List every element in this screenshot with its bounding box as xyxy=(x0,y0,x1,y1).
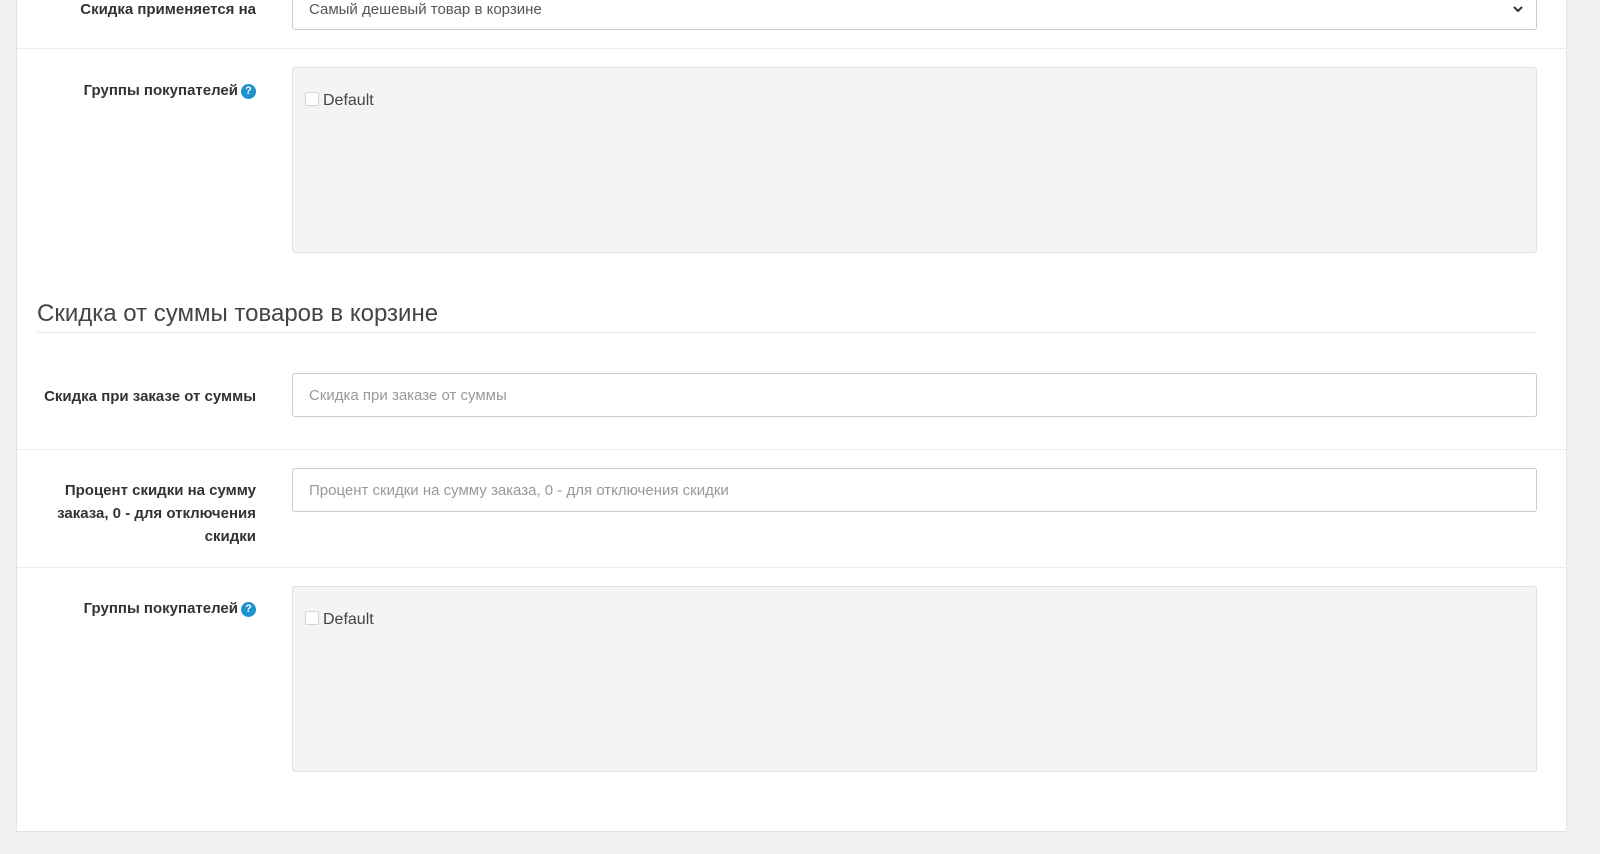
min-order-sum-label: Скидка при заказе от суммы xyxy=(44,388,256,405)
customer-groups-row-2: Группы покупателей? Default xyxy=(17,568,1566,788)
discount-applies-selected-value: Самый дешевый товар в корзине xyxy=(309,1,542,18)
discount-applies-label: Скидка применяется на xyxy=(80,1,256,18)
discount-percent-input[interactable] xyxy=(292,468,1537,512)
question-circle-icon[interactable]: ? xyxy=(241,602,256,617)
customer-group-checkbox[interactable] xyxy=(305,92,319,106)
discount-applies-select[interactable]: Самый дешевый товар в корзине xyxy=(292,0,1537,30)
customer-group-option[interactable]: Default xyxy=(305,611,374,629)
min-order-sum-row: Скидка при заказе от суммы xyxy=(17,355,1566,449)
customer-groups-row-1: Группы покупателей? Default xyxy=(17,49,1566,269)
customer-group-option-label: Default xyxy=(323,92,374,109)
form-panel: Скидка применяется на Самый дешевый това… xyxy=(16,0,1567,832)
discount-percent-row: Процент скидки на сумму заказа, 0 - для … xyxy=(17,450,1566,567)
customer-groups-label-1: Группы покупателей? xyxy=(37,79,256,102)
customer-groups-label-2: Группы покупателей? xyxy=(37,597,256,620)
question-circle-icon[interactable]: ? xyxy=(241,84,256,99)
customer-group-option-label: Default xyxy=(323,611,374,628)
customer-groups-list-2: Default xyxy=(292,586,1537,772)
discount-percent-label: Процент скидки на сумму заказа, 0 - для … xyxy=(57,482,256,545)
min-order-sum-input[interactable] xyxy=(292,373,1537,417)
customer-group-option[interactable]: Default xyxy=(305,92,374,110)
discount-applies-row: Скидка применяется на Самый дешевый това… xyxy=(17,0,1566,48)
section-title-cart-sum: Скидка от суммы товаров в корзине xyxy=(37,298,1537,333)
customer-groups-label-text-1: Группы покупателей xyxy=(83,82,238,99)
customer-groups-list-1: Default xyxy=(292,67,1537,253)
chevron-down-icon xyxy=(1512,0,1524,47)
customer-groups-label-text-2: Группы покупателей xyxy=(83,600,238,617)
customer-group-checkbox[interactable] xyxy=(305,611,319,625)
